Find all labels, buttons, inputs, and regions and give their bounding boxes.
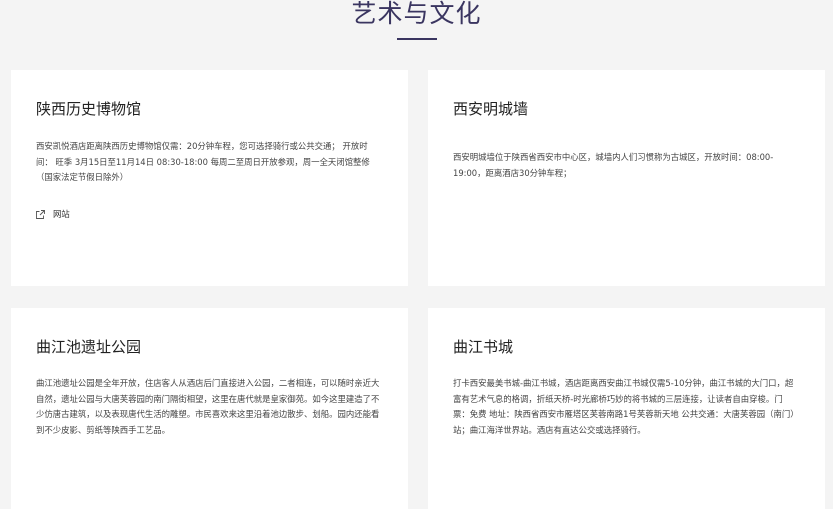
website-link-label: 网站: [53, 209, 70, 219]
card-description: 打卡西安最美书城-曲江书城，酒店距离西安曲江书城仅需5-10分钟，曲江书城的大门…: [453, 378, 799, 435]
card-title: 曲江池遗址公园: [36, 338, 142, 356]
card-description: 西安凯悦酒店距离陕西历史博物馆仅需：20分钟车程，您可选择骑行或公共交通； 开放…: [36, 141, 370, 182]
card-qujiang-book-city: 曲江书城 打卡西安最美书城-曲江书城，酒店距离西安曲江书城仅需5-10分钟，曲江…: [428, 308, 825, 509]
card-xian-city-wall: 西安明城墙 西安明城墙位于陕西省西安市中心区，城墙内人们习惯称为古城区，开放时间…: [428, 70, 825, 286]
website-link[interactable]: 网站: [35, 208, 70, 220]
card-title: 陕西历史博物馆: [36, 100, 142, 118]
card-title: 西安明城墙: [453, 100, 529, 118]
external-link-icon: [35, 209, 46, 220]
card-shaanxi-history-museum: 陕西历史博物馆 西安凯悦酒店距离陕西历史博物馆仅需：20分钟车程，您可选择骑行或…: [11, 70, 408, 286]
card-description: 曲江池遗址公园是全年开放，住店客人从酒店后门直接进入公园，二者相连，可以随时亲近…: [36, 378, 380, 435]
card-description: 西安明城墙位于陕西省西安市中心区，城墙内人们习惯称为古城区，开放时间：08:00…: [453, 152, 774, 178]
title-underline: [397, 38, 437, 40]
card-qujiang-pool-park: 曲江池遗址公园 曲江池遗址公园是全年开放，住店客人从酒店后门直接进入公园，二者相…: [11, 308, 408, 509]
page: 艺术与文化 陕西历史博物馆 西安凯悦酒店距离陕西历史博物馆仅需：20分钟车程，您…: [0, 0, 833, 509]
card-title: 曲江书城: [453, 338, 514, 356]
section-title: 艺术与文化: [351, 0, 482, 28]
